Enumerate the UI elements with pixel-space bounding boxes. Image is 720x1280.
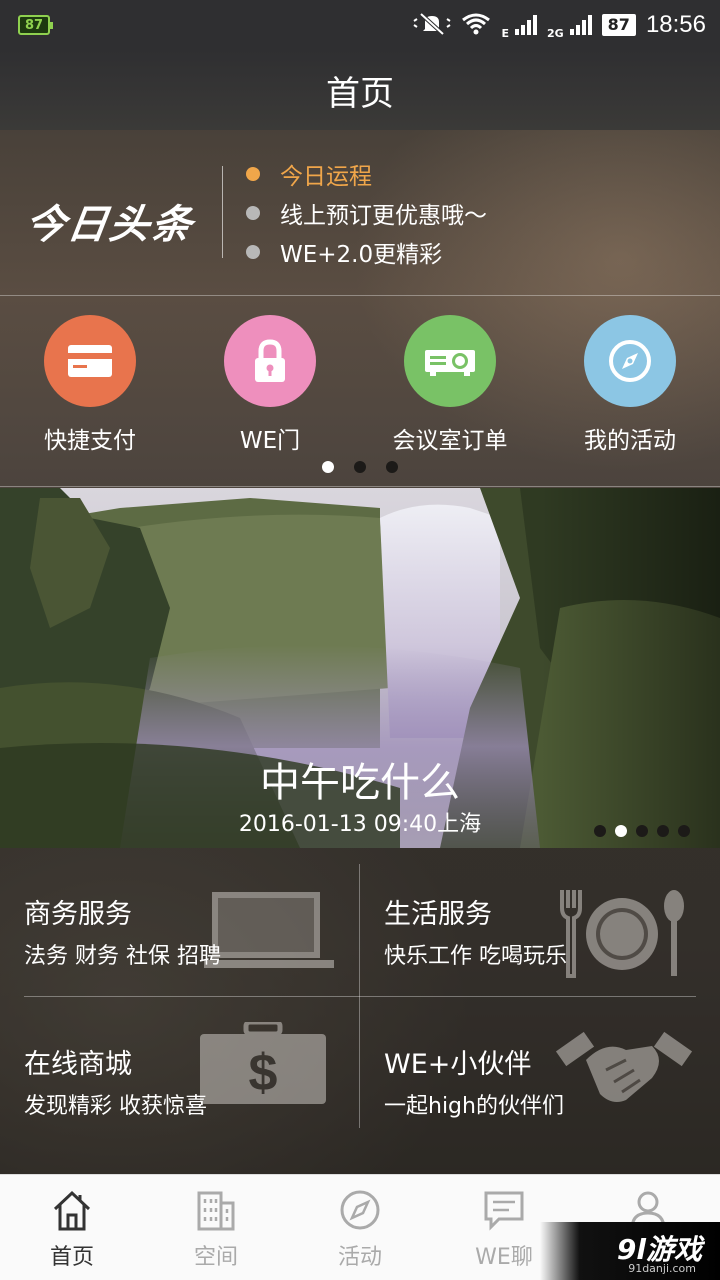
laptop-icon bbox=[204, 892, 334, 968]
toutiao-logo[interactable]: 今日头条 bbox=[22, 192, 198, 250]
headline-item[interactable]: 线上预订更优惠哦～ bbox=[246, 193, 487, 232]
service-title: WE+小伙伴 bbox=[384, 1049, 532, 1080]
pager-dot[interactable] bbox=[386, 461, 398, 473]
wifi-icon bbox=[461, 11, 491, 40]
quick-action-label: 会议室订单 bbox=[392, 428, 508, 454]
divider bbox=[222, 166, 223, 258]
quick-action-label: 快捷支付 bbox=[44, 428, 136, 454]
svg-text:$: $ bbox=[249, 1044, 278, 1102]
quick-pay-button[interactable]: 快捷支付 bbox=[0, 315, 180, 455]
service-title: 生活服务 bbox=[384, 899, 492, 930]
tab-label: WE聊 bbox=[475, 1245, 533, 1270]
tab-activities[interactable]: 活动 bbox=[288, 1189, 432, 1271]
pager-dot[interactable] bbox=[354, 461, 366, 473]
we-partners-tile[interactable]: WE+小伙伴 一起high的伙伴们 bbox=[384, 998, 719, 1128]
handshake-icon bbox=[556, 1031, 692, 1102]
compass-icon bbox=[340, 1190, 380, 1230]
quick-action-label: 我的活动 bbox=[584, 428, 676, 454]
status-bar: 87 E 2G 87 18:56 bbox=[0, 0, 720, 50]
site-watermark: 9l游戏 91danji.com bbox=[540, 1222, 720, 1280]
service-title: 商务服务 bbox=[24, 899, 132, 930]
network-type-1: E bbox=[501, 26, 509, 40]
headline-section: 今日头条 今日运程 线上预订更优惠哦～ WE+2.0更精彩 bbox=[0, 130, 720, 296]
banner-carousel[interactable]: 中午吃什么 2016-01-13 09:40上海 bbox=[0, 488, 720, 848]
life-services-tile[interactable]: 生活服务 快乐工作 吃喝玩乐 bbox=[384, 848, 719, 978]
home-icon bbox=[53, 1190, 91, 1231]
tab-space[interactable]: 空间 bbox=[144, 1189, 288, 1271]
battery-saver-icon: 87 bbox=[18, 15, 53, 35]
quick-actions-pager bbox=[0, 461, 720, 473]
divider bbox=[24, 996, 696, 997]
headline-item-label: 今日运程 bbox=[280, 163, 372, 190]
divider bbox=[359, 864, 360, 1128]
tab-label: 空间 bbox=[193, 1245, 238, 1270]
pager-dot[interactable] bbox=[636, 825, 648, 837]
pager-dot[interactable] bbox=[594, 825, 606, 837]
quick-action-label: WE门 bbox=[239, 428, 301, 454]
services-grid: 商务服务 法务 财务 社保 招聘 生活服务 快乐工作 吃喝玩乐 $ 在线商城 发… bbox=[0, 848, 720, 1174]
signal-icon bbox=[514, 15, 537, 35]
service-desc: 一起high的伙伴们 bbox=[384, 1094, 564, 1119]
clock: 18:56 bbox=[645, 11, 706, 38]
network-type-2: 2G bbox=[546, 26, 564, 40]
service-desc: 法务 财务 社保 招聘 bbox=[24, 944, 221, 969]
banner-pager bbox=[594, 825, 690, 837]
card-icon bbox=[44, 315, 136, 407]
dining-icon bbox=[560, 890, 684, 978]
title-bar: 首页 bbox=[0, 50, 720, 130]
headline-item-label: 线上预订更优惠哦～ bbox=[280, 202, 487, 229]
banner-title: 中午吃什么 bbox=[260, 760, 460, 806]
meeting-room-order-button[interactable]: 会议室订单 bbox=[360, 315, 540, 455]
my-activities-button[interactable]: 我的活动 bbox=[540, 315, 720, 455]
quick-actions: 快捷支付 WE门 会议室订单 我的活动 bbox=[0, 297, 720, 487]
pager-dot[interactable] bbox=[678, 825, 690, 837]
online-mall-tile[interactable]: $ 在线商城 发现精彩 收获惊喜 bbox=[24, 998, 359, 1128]
we-door-button[interactable]: WE门 bbox=[180, 315, 360, 455]
mute-icon bbox=[413, 11, 452, 40]
tab-label: 首页 bbox=[49, 1245, 94, 1270]
headline-item[interactable]: WE+2.0更精彩 bbox=[246, 232, 487, 271]
lock-icon bbox=[224, 315, 316, 407]
pager-dot[interactable] bbox=[615, 825, 627, 837]
service-desc: 发现精彩 收获惊喜 bbox=[24, 1094, 207, 1119]
pager-dot[interactable] bbox=[657, 825, 669, 837]
headline-list: 今日运程 线上预订更优惠哦～ WE+2.0更精彩 bbox=[246, 154, 487, 271]
watermark-url: 91danji.com bbox=[628, 1262, 696, 1275]
projector-icon bbox=[404, 315, 496, 407]
bullet-icon bbox=[246, 166, 260, 181]
bullet-icon bbox=[246, 205, 260, 220]
compass-icon bbox=[584, 315, 676, 407]
bullet-icon bbox=[246, 244, 260, 259]
business-services-tile[interactable]: 商务服务 法务 财务 社保 招聘 bbox=[24, 848, 359, 978]
page-title: 首页 bbox=[326, 73, 394, 114]
tab-home[interactable]: 首页 bbox=[0, 1189, 144, 1271]
pager-dot[interactable] bbox=[322, 461, 334, 473]
headline-item[interactable]: 今日运程 bbox=[246, 154, 487, 193]
service-desc: 快乐工作 吃喝玩乐 bbox=[384, 944, 567, 969]
tab-label: 活动 bbox=[337, 1245, 382, 1270]
battery-level: 87 bbox=[601, 14, 636, 36]
chat-icon bbox=[484, 1191, 524, 1231]
signal-icon bbox=[569, 15, 592, 35]
money-case-icon: $ bbox=[200, 1022, 326, 1104]
headline-item-label: WE+2.0更精彩 bbox=[280, 241, 443, 268]
service-title: 在线商城 bbox=[24, 1049, 132, 1080]
building-icon bbox=[197, 1191, 235, 1231]
